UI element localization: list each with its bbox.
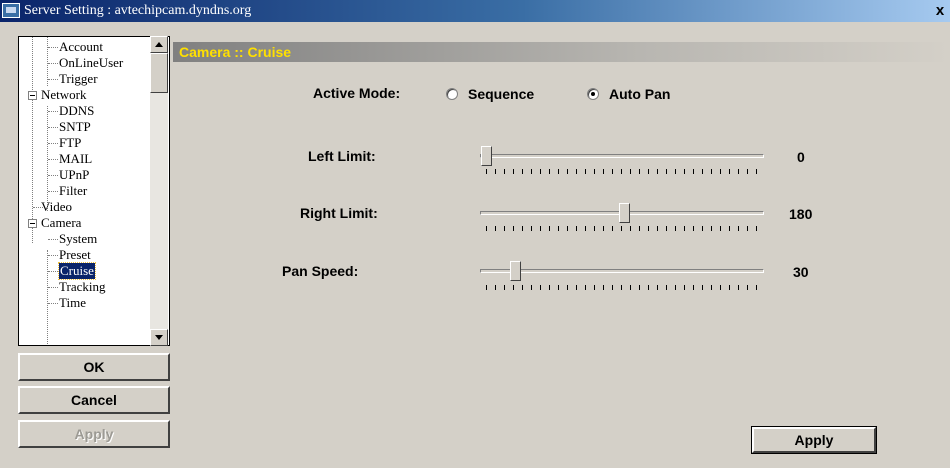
- collapse-icon[interactable]: [28, 91, 37, 100]
- left-limit-ticks: [486, 169, 762, 174]
- pan-speed-value: 30: [793, 264, 809, 280]
- apply-button-left[interactable]: Apply: [18, 420, 170, 448]
- left-limit-slider-thumb[interactable]: [481, 146, 492, 172]
- panel-header: Camera :: Cruise: [173, 42, 950, 62]
- auto-pan-label[interactable]: Auto Pan: [609, 86, 670, 102]
- left-limit-label: Left Limit:: [308, 148, 376, 164]
- left-limit-value: 0: [797, 149, 805, 165]
- radio-sequence[interactable]: [446, 88, 458, 100]
- tree-scrollbar[interactable]: [150, 36, 168, 346]
- scroll-down-icon[interactable]: [150, 329, 168, 346]
- left-limit-track[interactable]: [480, 154, 764, 158]
- sequence-label[interactable]: Sequence: [468, 86, 534, 102]
- scroll-thumb[interactable]: [150, 53, 168, 93]
- scroll-up-icon[interactable]: [150, 36, 168, 53]
- active-mode-label: Active Mode:: [313, 85, 401, 101]
- right-limit-label: Right Limit:: [300, 205, 378, 221]
- settings-tree[interactable]: Account OnLineUser Trigger Network DDNS …: [18, 36, 170, 346]
- radio-auto-pan[interactable]: [587, 88, 599, 100]
- apply-button[interactable]: Apply: [751, 426, 877, 454]
- app-icon: [2, 3, 20, 18]
- pan-speed-track[interactable]: [480, 269, 764, 273]
- right-limit-value: 180: [789, 206, 813, 222]
- title-bar: Server Setting : avtechipcam.dyndns.org …: [0, 0, 950, 22]
- cancel-button[interactable]: Cancel: [18, 386, 170, 414]
- pan-speed-label: Pan Speed:: [282, 263, 359, 279]
- right-limit-slider-thumb[interactable]: [619, 203, 630, 229]
- pan-speed-slider-thumb[interactable]: [510, 261, 521, 287]
- close-icon[interactable]: x: [932, 2, 948, 19]
- right-limit-ticks: [486, 226, 762, 231]
- ok-button[interactable]: OK: [18, 353, 170, 381]
- pan-speed-ticks: [486, 285, 762, 290]
- window-title: Server Setting : avtechipcam.dyndns.org: [24, 3, 252, 18]
- collapse-icon[interactable]: [28, 219, 37, 228]
